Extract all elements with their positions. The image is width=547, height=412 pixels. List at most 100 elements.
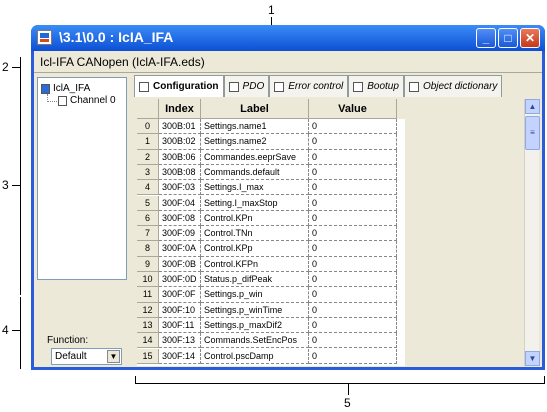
table-row[interactable]: 6 300F:08 Control.KPn 0 [137,210,405,227]
tab-strip: Configuration PDO Error control Bootup O… [134,75,542,97]
cell-index: 300F:0B [159,256,201,272]
configuration-table-area: Index Label Value 0 300B:01 Settings.name1… [137,99,540,366]
column-header-value[interactable]: Value [309,99,397,119]
cell-value[interactable]: 0 [309,302,397,318]
vertical-scrollbar[interactable]: ▲ ≡ ▼ [524,99,540,366]
callout-3: 3 [2,178,9,192]
table-header-row: Index Label Value [137,99,405,119]
configuration-grid[interactable]: Index Label Value 0 300B:01 Settings.name1… [137,99,405,366]
close-icon: ✕ [524,31,536,45]
cell-value[interactable]: 0 [309,180,397,196]
device-tree[interactable]: IclA_IFA Channel 0 [37,77,127,280]
function-select[interactable]: Default ▼ [51,348,122,365]
table-row[interactable]: 15 300F:14 Control.pscDamp 0 [137,348,405,364]
cell-value[interactable]: 0 [309,241,397,257]
cell-label: Control.pscDamp [201,348,309,364]
cell-label: Commands.default [201,164,309,181]
table-row[interactable]: 12 300F:10 Settings.p_winTime 0 [137,302,405,318]
cell-label: Commands.SetEncPos [201,333,309,349]
tree-node-channel[interactable]: Channel 0 [58,95,116,106]
cell-label: Commandes.eeprSave [201,149,309,165]
cell-value[interactable]: 0 [309,348,397,364]
cell-value[interactable]: 0 [309,226,397,242]
table-row[interactable]: 3 300B:08 Commands.default 0 [137,164,405,181]
callout-1: 1 [268,3,275,17]
tab-object-dictionary[interactable]: Object dictionary [403,75,503,97]
cell-value[interactable]: 0 [309,333,397,349]
tab-label: Configuration [153,80,219,92]
arrow-up-icon: ▲ [528,102,537,111]
title-bar[interactable]: \3.1\0.0 : IcIA_IFA _ □ ✕ [31,25,545,51]
cell-label: Settings.p_win [201,287,309,303]
tab-error-control[interactable]: Error control [269,75,349,97]
tab-configuration[interactable]: Configuration [134,75,224,97]
tab-icon [228,81,239,92]
cell-index: 300F:11 [159,317,201,334]
cell-label: Control.KPn [201,210,309,227]
tab-icon [353,81,364,92]
scroll-up-button[interactable]: ▲ [525,99,540,114]
function-panel: Function: Default ▼ [37,287,127,365]
table-row[interactable]: 1 300B:02 Settings.name2 0 [137,134,405,150]
cell-value[interactable]: 0 [309,210,397,227]
cell-value[interactable]: 0 [309,164,397,181]
row-number: 7 [137,226,159,242]
callout-2: 2 [2,60,9,74]
table-row[interactable]: 9 300F:0B Control.KFPn 0 [137,256,405,272]
callout-4-line [12,330,20,331]
callout-2-bracket [20,57,21,77]
row-number: 5 [137,195,159,211]
cell-index: 300F:13 [159,333,201,349]
cell-label: Settings.I_max [201,180,309,196]
cell-index: 300F:0F [159,287,201,303]
cell-index: 300F:04 [159,195,201,211]
callout-3-bracket [20,77,21,295]
callout-5-bracket [135,383,545,384]
tree-root-label: IclA_IFA [53,83,91,94]
table-row[interactable]: 8 300F:0A Control.KPp 0 [137,241,405,257]
table-row[interactable]: 5 300F:04 Setting.I_maxStop 0 [137,195,405,211]
cell-value[interactable]: 0 [309,149,397,165]
table-row[interactable]: 7 300F:09 Control.TNn 0 [137,226,405,242]
row-number: 13 [137,317,159,334]
cell-value[interactable]: 0 [309,134,397,150]
cell-value[interactable]: 0 [309,317,397,334]
chevron-down-icon[interactable]: ▼ [107,350,120,363]
scroll-thumb[interactable]: ≡ [525,116,540,150]
minimize-button[interactable]: _ [476,28,496,48]
column-header-label[interactable]: Label [201,99,309,119]
cell-index: 300B:02 [159,134,201,150]
table-row[interactable]: 2 300B:06 Commandes.eeprSave 0 [137,149,405,165]
table-row[interactable]: 0 300B:01 Settings.name1 0 [137,119,405,135]
tab-label: PDO [242,80,265,92]
table-row[interactable]: 13 300F:11 Settings.p_maxDif2 0 [137,317,405,334]
tab-pdo[interactable]: PDO [223,75,270,97]
channel-icon [58,95,67,106]
cell-index: 300F:09 [159,226,201,242]
table-row[interactable]: 14 300F:13 Commands.SetEncPos 0 [137,333,405,349]
row-number: 12 [137,302,159,318]
table-row[interactable]: 4 300F:03 Settings.I_max 0 [137,180,405,196]
cell-label: Control.KPp [201,241,309,257]
scroll-down-button[interactable]: ▼ [525,351,540,366]
tab-icon [139,81,149,92]
tab-label: Error control [288,80,344,92]
cell-label: Control.KFPn [201,256,309,272]
tab-bootup[interactable]: Bootup [348,75,404,97]
table-row[interactable]: 11 300F:0F Settings.p_win 0 [137,287,405,303]
tree-node-root[interactable]: IclA_IFA [41,83,90,94]
table-row[interactable]: 10 300F:0D Status.p_difPeak 0 [137,272,405,288]
cell-value[interactable]: 0 [309,272,397,288]
cell-label: Settings.p_maxDif2 [201,317,309,334]
cell-value[interactable]: 0 [309,256,397,272]
column-header-index[interactable]: Index [159,99,201,119]
minimize-icon: _ [482,31,490,45]
row-number: 14 [137,333,159,349]
cell-value[interactable]: 0 [309,119,397,135]
cell-index: 300F:0A [159,241,201,257]
close-button[interactable]: ✕ [520,28,540,48]
maximize-button[interactable]: □ [498,28,518,48]
cell-value[interactable]: 0 [309,287,397,303]
cell-index: 300B:08 [159,164,201,181]
cell-value[interactable]: 0 [309,195,397,211]
